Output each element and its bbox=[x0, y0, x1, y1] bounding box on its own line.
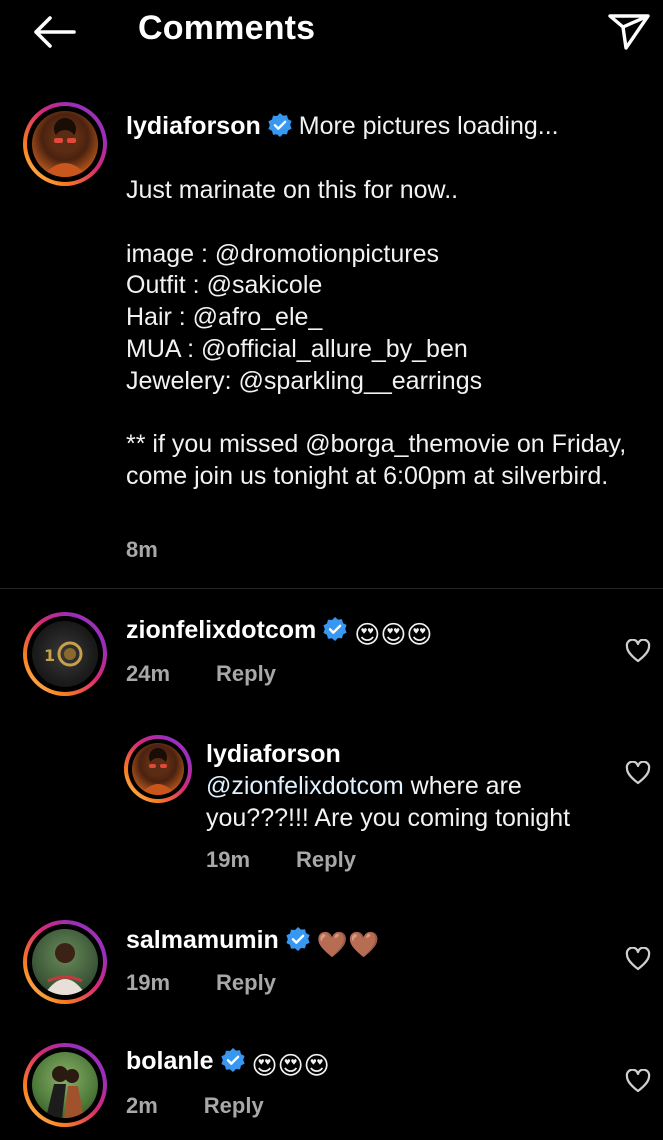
caption-first-line: More pictures loading... bbox=[298, 112, 559, 140]
comment-3: bolanle 😍😍😍 bbox=[126, 1046, 606, 1083]
caption-time: 8m bbox=[126, 537, 158, 562]
svg-text:1: 1 bbox=[44, 646, 55, 665]
reply-button[interactable]: Reply bbox=[204, 1093, 264, 1118]
comment-time: 2m bbox=[126, 1093, 158, 1118]
heart-icon[interactable] bbox=[625, 947, 651, 971]
heart-icon[interactable] bbox=[625, 761, 651, 785]
comment-1: zionfelixdotcom 😍😍😍 bbox=[126, 615, 606, 652]
reply-username[interactable]: lydiaforson bbox=[206, 739, 606, 771]
reply-meta: 19m Reply bbox=[206, 847, 356, 873]
comment-username[interactable]: bolanle bbox=[126, 1047, 214, 1075]
comment-2: salmamumin 🤎🤎 bbox=[126, 925, 606, 962]
comment-text: 😍😍😍 bbox=[354, 621, 433, 649]
caption-username[interactable]: lydiaforson bbox=[126, 112, 261, 140]
avatar[interactable] bbox=[124, 735, 192, 803]
comment-username[interactable]: zionfelixdotcom bbox=[126, 616, 316, 644]
comment-text: 😍😍😍 bbox=[251, 1052, 330, 1080]
share-button[interactable] bbox=[604, 8, 654, 54]
reply-button[interactable]: Reply bbox=[216, 970, 276, 995]
comment-username[interactable]: salmamumin bbox=[126, 926, 279, 954]
mention-link[interactable]: @zionfelixdotcom bbox=[206, 772, 404, 800]
verified-badge-icon bbox=[323, 617, 347, 641]
comments-screen: Comments lydiaforson More pictures loadin… bbox=[0, 0, 663, 1140]
heart-icon[interactable] bbox=[625, 1069, 651, 1093]
verified-badge-icon bbox=[220, 1048, 245, 1072]
comment-meta: 19m Reply bbox=[126, 970, 276, 996]
heart-icon[interactable] bbox=[625, 639, 651, 663]
avatar[interactable] bbox=[23, 920, 107, 1004]
page-title: Comments bbox=[138, 9, 316, 47]
arrow-left-icon bbox=[34, 16, 76, 48]
avatar[interactable] bbox=[23, 102, 107, 186]
reply-comment: lydiaforson @zionfelixdotcom where are y… bbox=[206, 739, 606, 834]
header-bar: Comments bbox=[0, 0, 663, 64]
comment-meta: 2m Reply bbox=[126, 1093, 264, 1119]
comment-text: 🤎🤎 bbox=[316, 931, 380, 959]
comment-time: 24m bbox=[126, 661, 171, 686]
avatar[interactable] bbox=[23, 1043, 107, 1127]
avatar[interactable]: 1 bbox=[23, 612, 107, 696]
caption-header: lydiaforson More pictures loading... bbox=[126, 111, 646, 143]
verified-badge-icon bbox=[268, 113, 292, 137]
divider bbox=[0, 588, 663, 589]
comment-time: 19m bbox=[126, 970, 171, 995]
verified-badge-icon bbox=[286, 927, 310, 951]
paper-plane-icon bbox=[608, 14, 650, 50]
reply-button[interactable]: Reply bbox=[296, 847, 356, 872]
comment-meta: 24m Reply bbox=[126, 661, 276, 687]
reply-button[interactable]: Reply bbox=[216, 661, 276, 686]
caption-body: Just marinate on this for now.. image : … bbox=[126, 176, 627, 491]
reply-time: 19m bbox=[206, 847, 251, 872]
back-button[interactable] bbox=[28, 10, 80, 54]
